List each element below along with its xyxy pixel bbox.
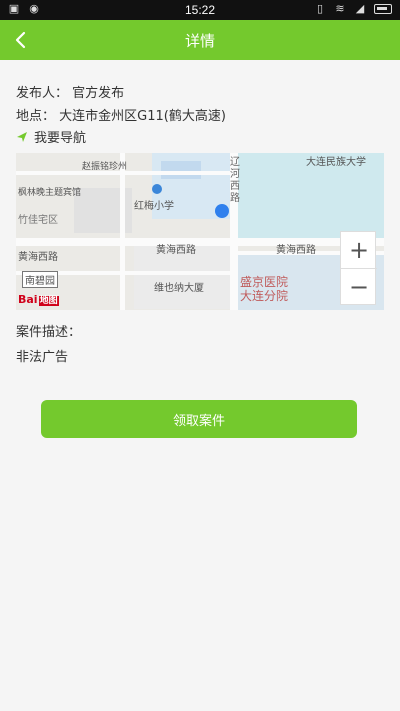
- navigate-link[interactable]: 我要导航: [16, 127, 86, 146]
- claim-case-button[interactable]: 领取案件: [41, 400, 357, 438]
- map-label: 赵振铭珍州: [82, 162, 128, 172]
- plus-icon: +: [348, 236, 370, 264]
- map-label: 大连分院: [240, 289, 289, 303]
- zoom-controls: + −: [340, 231, 377, 305]
- vibrate-icon: ▯: [316, 2, 324, 15]
- map-label: 黄海西路: [276, 245, 316, 256]
- map-label: 黄海西路: [18, 252, 58, 263]
- status-bar: ▣ ◉ 15:22 ▯ ≋ ◢: [0, 0, 400, 20]
- map-logo-text: Bai: [18, 293, 38, 306]
- map-label: 竹佳宅区: [18, 215, 58, 226]
- case-description-text: 非法广告: [16, 350, 69, 365]
- map-label: 路: [230, 193, 240, 204]
- navigate-label: 我要导航: [34, 131, 87, 146]
- signal-icon: ◢: [355, 2, 365, 15]
- case-description-label: 案件描述：: [16, 325, 82, 340]
- map-logo: Bai 地图: [18, 293, 59, 306]
- map-label: 黄海西路: [156, 245, 196, 256]
- page-title: 详情: [184, 32, 215, 50]
- map-label: 枫林晚主题宾馆: [18, 188, 82, 198]
- map-view[interactable]: 赵振铭珍州 辽 河 西 路 大连民族大学 枫林晚主题宾馆 红梅小学 竹佳宅区 黄…: [16, 153, 384, 310]
- navigation-arrow-icon: [17, 131, 27, 142]
- location-row: 地点： 大连市金州区G11(鹤大高速): [16, 105, 226, 124]
- map-label: 维也纳大厦: [154, 283, 204, 294]
- map-label: 南碧园: [22, 271, 58, 288]
- publisher-value: 官方发布: [72, 86, 125, 101]
- location-value: 大连市金州区G11(鹤大高速): [59, 109, 226, 124]
- publisher-row: 发布人： 官方发布: [16, 82, 124, 101]
- app-bar: 详情: [0, 20, 400, 60]
- content: 发布人： 官方发布 地点： 大连市金州区G11(鹤大高速) 我要导航 赵振铭珍州…: [0, 60, 400, 711]
- zoom-in-button[interactable]: +: [341, 232, 377, 268]
- wifi-icon: ≋: [335, 2, 345, 15]
- publisher-label: 发布人：: [16, 86, 69, 101]
- map-label: 红梅小学: [134, 201, 174, 212]
- status-right-icons: ▯ ≋ ◢: [314, 3, 392, 15]
- map-logo-suffix: 地图: [38, 296, 59, 306]
- location-label: 地点：: [16, 109, 56, 124]
- map-label: 大连民族大学: [306, 157, 366, 168]
- minus-icon: −: [348, 272, 370, 301]
- battery-icon: [374, 4, 392, 14]
- map-poi-icon: [152, 184, 162, 194]
- zoom-out-button[interactable]: −: [341, 268, 377, 304]
